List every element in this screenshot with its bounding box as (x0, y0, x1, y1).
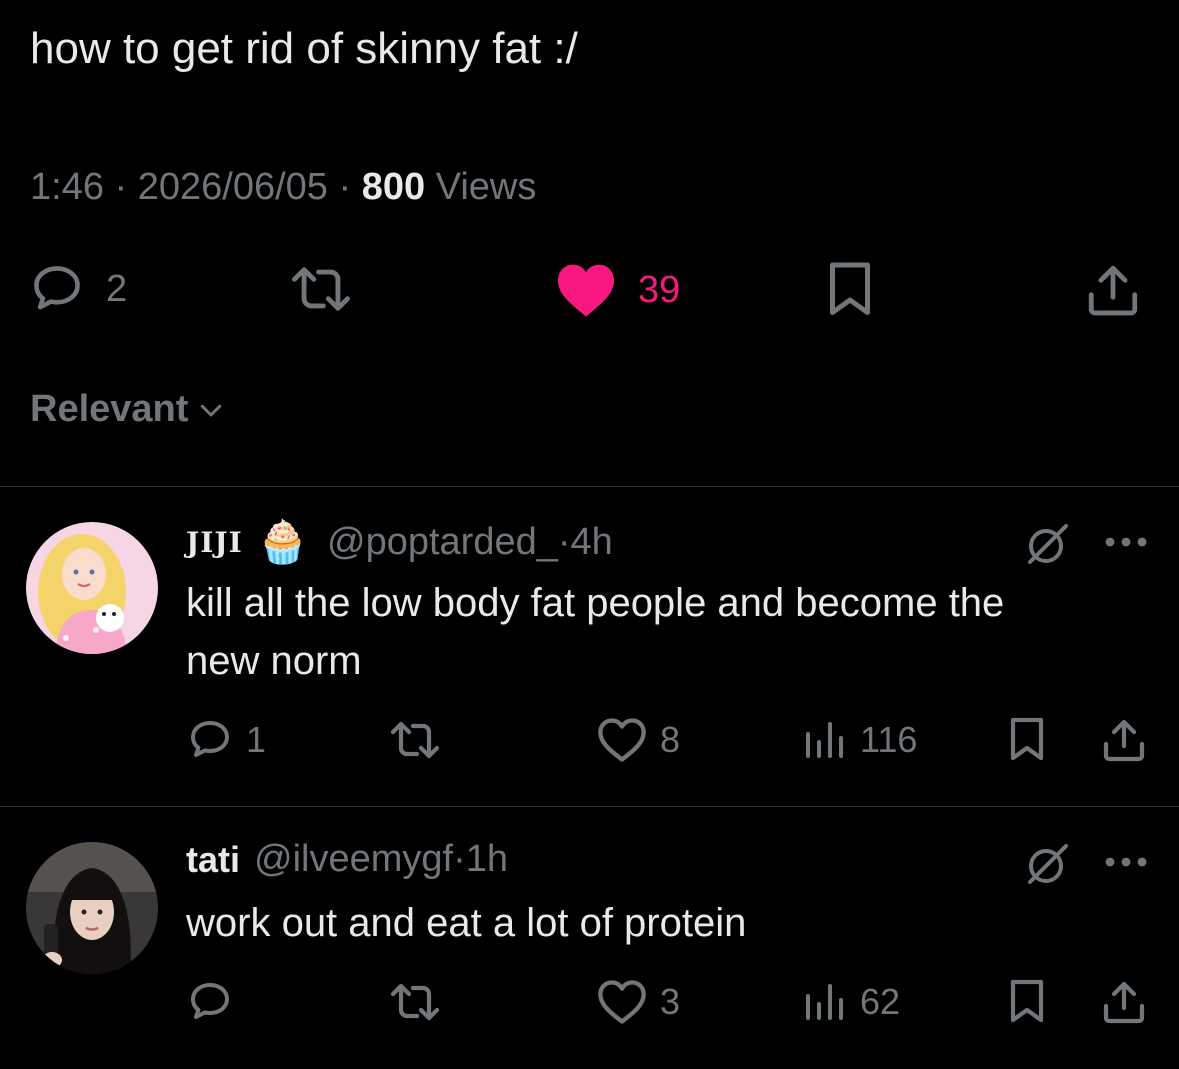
display-name[interactable]: tati (186, 839, 240, 881)
share-button[interactable] (1100, 978, 1148, 1026)
views-button[interactable]: 62 (800, 978, 900, 1026)
divider (0, 806, 1179, 807)
more-dots-icon (1105, 537, 1147, 547)
speech-bubble-icon (191, 721, 229, 757)
repost-button[interactable] (386, 978, 444, 1026)
repost-icon (292, 267, 351, 311)
reply-time: 4h (570, 521, 613, 563)
views-count: 116 (860, 719, 918, 760)
post-time: 1:46 (30, 166, 104, 208)
bookmark-icon (830, 262, 870, 315)
heart-icon (598, 718, 646, 762)
reply-header: tati @ilveemygf · 1h (186, 838, 509, 881)
reply-button[interactable]: 1 (186, 716, 266, 764)
more-dots-icon (1105, 857, 1147, 867)
heart-icon (558, 264, 614, 317)
post-views-count[interactable]: 800 (362, 166, 425, 208)
post-meta: 1:46 · 2026/06/05 · 800 Views (30, 166, 537, 208)
like-count: 39 (638, 268, 681, 311)
share-icon (1103, 981, 1145, 1024)
avatar[interactable] (26, 522, 158, 654)
divider (0, 486, 1179, 487)
more-button[interactable] (1102, 530, 1150, 559)
share-icon (1103, 719, 1145, 762)
post-views-label[interactable]: Views (436, 166, 537, 208)
bookmark-button[interactable] (822, 260, 878, 320)
post-text: how to get rid of skinny fat :/ (30, 24, 578, 73)
views-count: 62 (860, 981, 901, 1022)
like-button[interactable]: 3 (596, 978, 680, 1026)
bookmark-button[interactable] (1004, 978, 1050, 1026)
bar-chart-icon (806, 984, 843, 1020)
sort-dropdown[interactable]: Relevant (30, 388, 226, 431)
reply-text-line: new norm (186, 639, 362, 683)
reply-text-line: work out and eat a lot of protein (186, 901, 747, 945)
grok-button[interactable] (1024, 520, 1072, 573)
share-icon (1088, 265, 1138, 316)
avatar-image (26, 522, 158, 654)
reply-button[interactable]: 2 (28, 260, 127, 318)
speech-bubble-icon (191, 983, 229, 1019)
user-handle[interactable]: @poptarded_ (327, 521, 558, 564)
user-handle[interactable]: @ilveemygf (254, 838, 453, 881)
bookmark-button[interactable] (1004, 716, 1050, 764)
reply-button[interactable] (186, 978, 234, 1026)
share-button[interactable] (1084, 260, 1142, 320)
like-button[interactable]: 8 (596, 716, 680, 764)
chevron-down-icon (201, 404, 222, 416)
reply-text-line: kill all the low body fat people and bec… (186, 581, 1005, 625)
reply-count: 1 (246, 719, 267, 760)
repost-icon (390, 721, 440, 759)
share-button[interactable] (1100, 716, 1148, 764)
reply-text: work out and eat a lot of protein (186, 894, 746, 952)
heart-icon (598, 980, 646, 1024)
post-date: 2026/06/05 (137, 166, 328, 208)
display-name[interactable]: JIJI (186, 526, 243, 559)
like-button[interactable]: 39 (554, 260, 680, 320)
sort-label: Relevant (30, 388, 189, 430)
views-button[interactable]: 116 (800, 716, 917, 764)
reply-time: 1h (465, 838, 509, 880)
reply-text: kill all the low body fat people and bec… (186, 574, 1004, 690)
bar-chart-icon (806, 722, 843, 758)
reply-count: 2 (106, 267, 128, 310)
grok-icon (1028, 844, 1068, 884)
grok-button[interactable] (1024, 840, 1072, 893)
repost-button[interactable] (286, 260, 356, 318)
speech-bubble-icon (34, 266, 80, 310)
grok-icon (1028, 524, 1068, 564)
cupcake-emoji: 🧁 (256, 518, 309, 565)
more-button[interactable] (1102, 850, 1150, 879)
bookmark-icon (1010, 979, 1044, 1023)
repost-icon (390, 983, 440, 1021)
like-count: 3 (660, 981, 681, 1022)
avatar-image (26, 842, 158, 974)
avatar[interactable] (26, 842, 158, 974)
repost-button[interactable] (386, 716, 444, 764)
like-count: 8 (660, 719, 681, 760)
bookmark-icon (1010, 717, 1044, 761)
reply-header: JIJI 🧁 @poptarded_ · 4h (186, 518, 613, 565)
